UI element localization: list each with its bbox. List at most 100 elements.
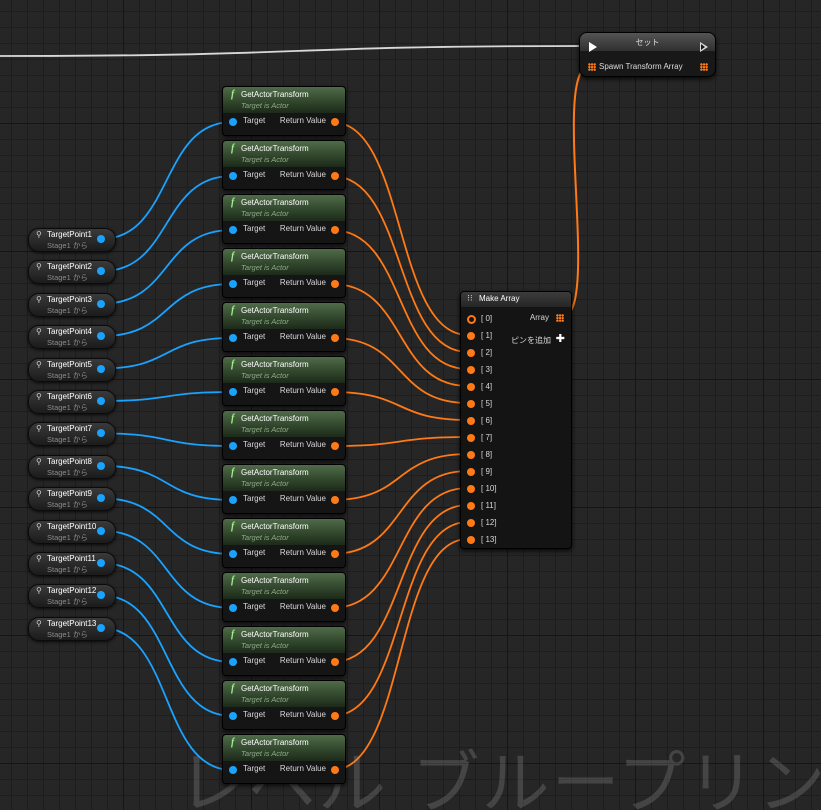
make-array-input-pin-10[interactable]	[467, 485, 475, 493]
target-point-output-pin[interactable]	[97, 494, 105, 503]
struct-wire-2[interactable]	[331, 175, 469, 353]
make-array-input-pin-5[interactable]	[467, 400, 475, 408]
return-value-pin[interactable]	[331, 550, 339, 558]
target-input-pin[interactable]	[229, 442, 237, 450]
return-value-pin[interactable]	[331, 226, 339, 234]
target-point-output-pin[interactable]	[97, 332, 105, 341]
target-point-output-pin[interactable]	[97, 623, 105, 632]
get-actor-transform-node-4[interactable]: f GetActorTransform Target is Actor Target R…	[222, 248, 346, 298]
target-point-output-pin[interactable]	[97, 235, 105, 243]
struct-wire-7[interactable]	[331, 436, 469, 447]
get-actor-transform-node-7[interactable]: f GetActorTransform Target is Actor Target R…	[222, 410, 346, 460]
return-value-pin[interactable]	[331, 766, 339, 774]
target-point-node-13[interactable]: ⚲ TargetPoint13 Stage1 から	[28, 616, 116, 641]
struct-wire-1[interactable]	[331, 121, 469, 336]
object-wire-8[interactable]	[100, 464, 233, 501]
object-wire-11[interactable]	[100, 562, 233, 663]
target-input-pin[interactable]	[229, 496, 237, 504]
target-point-node-4[interactable]: ⚲ TargetPoint4 Stage1 から	[28, 325, 116, 350]
target-input-pin[interactable]	[229, 388, 237, 396]
get-actor-transform-node-3[interactable]: f GetActorTransform Target is Actor Target R…	[222, 194, 346, 244]
array-out-pin-icon[interactable]	[700, 63, 708, 71]
make-array-input-pin-0[interactable]	[467, 315, 476, 324]
get-actor-transform-node-6[interactable]: f GetActorTransform Target is Actor Target R…	[222, 356, 346, 406]
return-value-pin[interactable]	[331, 604, 339, 612]
get-actor-transform-node-13[interactable]: f GetActorTransform Target is Actor Target R…	[222, 734, 346, 784]
object-wire-5[interactable]	[100, 337, 233, 370]
return-value-pin[interactable]	[331, 280, 339, 288]
target-point-node-7[interactable]: ⚲ TargetPoint7 Stage1 から	[28, 422, 116, 447]
object-wire-3[interactable]	[100, 229, 233, 305]
target-point-output-pin[interactable]	[97, 429, 105, 438]
target-point-output-pin[interactable]	[97, 559, 105, 567]
return-value-pin[interactable]	[331, 658, 339, 666]
target-point-node-2[interactable]: ⚲ TargetPoint2 Stage1 から	[28, 260, 116, 285]
return-value-pin[interactable]	[331, 172, 339, 180]
object-wire-1[interactable]	[100, 121, 233, 240]
target-point-output-pin[interactable]	[97, 364, 105, 373]
array-output-pin-icon[interactable]	[556, 314, 564, 322]
target-input-pin[interactable]	[229, 766, 237, 774]
get-actor-transform-node-9[interactable]: f GetActorTransform Target is Actor Target R…	[222, 518, 346, 568]
target-point-node-10[interactable]: ⚲ TargetPoint10 Stage1 から	[28, 519, 116, 544]
get-actor-transform-node-8[interactable]: f GetActorTransform Target is Actor Target R…	[222, 464, 346, 514]
target-point-output-pin[interactable]	[97, 397, 105, 405]
object-wire-10[interactable]	[100, 529, 233, 609]
target-input-pin[interactable]	[229, 658, 237, 666]
get-actor-transform-node-10[interactable]: f GetActorTransform Target is Actor Target R…	[222, 572, 346, 622]
target-input-pin[interactable]	[229, 550, 237, 558]
return-value-pin[interactable]	[331, 712, 339, 720]
target-point-node-12[interactable]: ⚲ TargetPoint12 Stage1 から	[28, 584, 116, 609]
target-input-pin[interactable]	[229, 712, 237, 720]
set-node[interactable]: セット Spawn Transform Array	[579, 32, 716, 77]
make-array-input-pin-8[interactable]	[467, 451, 475, 459]
target-point-output-pin[interactable]	[97, 267, 105, 276]
make-array-node[interactable]: ⁝⁝ Make Array Array ピンを追加 ✚ [ 0] [ 1] [ 2]…	[460, 291, 572, 549]
object-wire-2[interactable]	[100, 175, 233, 273]
target-point-output-pin[interactable]	[97, 591, 105, 600]
object-wire-7[interactable]	[100, 432, 233, 447]
target-point-node-1[interactable]: ⚲ TargetPoint1 Stage1 から	[28, 228, 116, 252]
return-value-pin[interactable]	[331, 388, 339, 396]
struct-wire-6[interactable]	[331, 391, 469, 421]
make-array-input-pin-7[interactable]	[467, 434, 475, 442]
target-point-output-pin[interactable]	[97, 526, 105, 535]
get-actor-transform-node-2[interactable]: f GetActorTransform Target is Actor Target R…	[222, 140, 346, 190]
plus-icon[interactable]: ✚	[556, 332, 565, 345]
target-point-output-pin[interactable]	[97, 461, 105, 470]
target-point-node-8[interactable]: ⚲ TargetPoint8 Stage1 から	[28, 454, 116, 479]
array-wire[interactable]	[561, 65, 591, 318]
blueprint-graph[interactable]: レベル ブループリント セット Spawn Transform Array ⁝⁝…	[0, 0, 821, 810]
target-point-node-9[interactable]: ⚲ TargetPoint9 Stage1 から	[28, 487, 116, 512]
target-point-node-5[interactable]: ⚲ TargetPoint5 Stage1 から	[28, 357, 116, 382]
target-point-node-6[interactable]: ⚲ TargetPoint6 Stage1 から	[28, 390, 116, 414]
target-point-node-3[interactable]: ⚲ TargetPoint3 Stage1 から	[28, 292, 116, 317]
target-input-pin[interactable]	[229, 604, 237, 612]
struct-wire-3[interactable]	[331, 229, 469, 370]
return-value-pin[interactable]	[331, 442, 339, 450]
get-actor-transform-node-12[interactable]: f GetActorTransform Target is Actor Target R…	[222, 680, 346, 730]
target-input-pin[interactable]	[229, 226, 237, 234]
target-point-node-11[interactable]: ⚲ TargetPoint11 Stage1 から	[28, 552, 116, 576]
target-input-pin[interactable]	[229, 172, 237, 180]
make-array-input-pin-4[interactable]	[467, 383, 475, 391]
make-array-input-pin-6[interactable]	[467, 417, 475, 425]
exec-wire[interactable]	[0, 45, 592, 57]
make-array-input-pin-9[interactable]	[467, 468, 475, 476]
make-array-input-pin-11[interactable]	[467, 502, 475, 510]
get-actor-transform-node-5[interactable]: f GetActorTransform Target is Actor Target R…	[222, 302, 346, 352]
object-wire-9[interactable]	[100, 497, 233, 555]
array-in-pin-icon[interactable]	[588, 63, 596, 71]
struct-wire-9[interactable]	[331, 470, 469, 555]
return-value-pin[interactable]	[331, 496, 339, 504]
get-actor-transform-node-11[interactable]: f GetActorTransform Target is Actor Target R…	[222, 626, 346, 676]
object-wire-6[interactable]	[100, 391, 233, 402]
make-array-input-pin-2[interactable]	[467, 349, 475, 357]
target-input-pin[interactable]	[229, 334, 237, 342]
target-input-pin[interactable]	[229, 118, 237, 126]
make-array-input-pin-13[interactable]	[467, 536, 475, 544]
add-pin-label[interactable]: ピンを追加	[511, 335, 551, 346]
make-array-input-pin-1[interactable]	[467, 332, 475, 340]
get-actor-transform-node-1[interactable]: f GetActorTransform Target is Actor Target R…	[222, 86, 346, 136]
exec-in-pin-icon[interactable]	[589, 42, 597, 52]
